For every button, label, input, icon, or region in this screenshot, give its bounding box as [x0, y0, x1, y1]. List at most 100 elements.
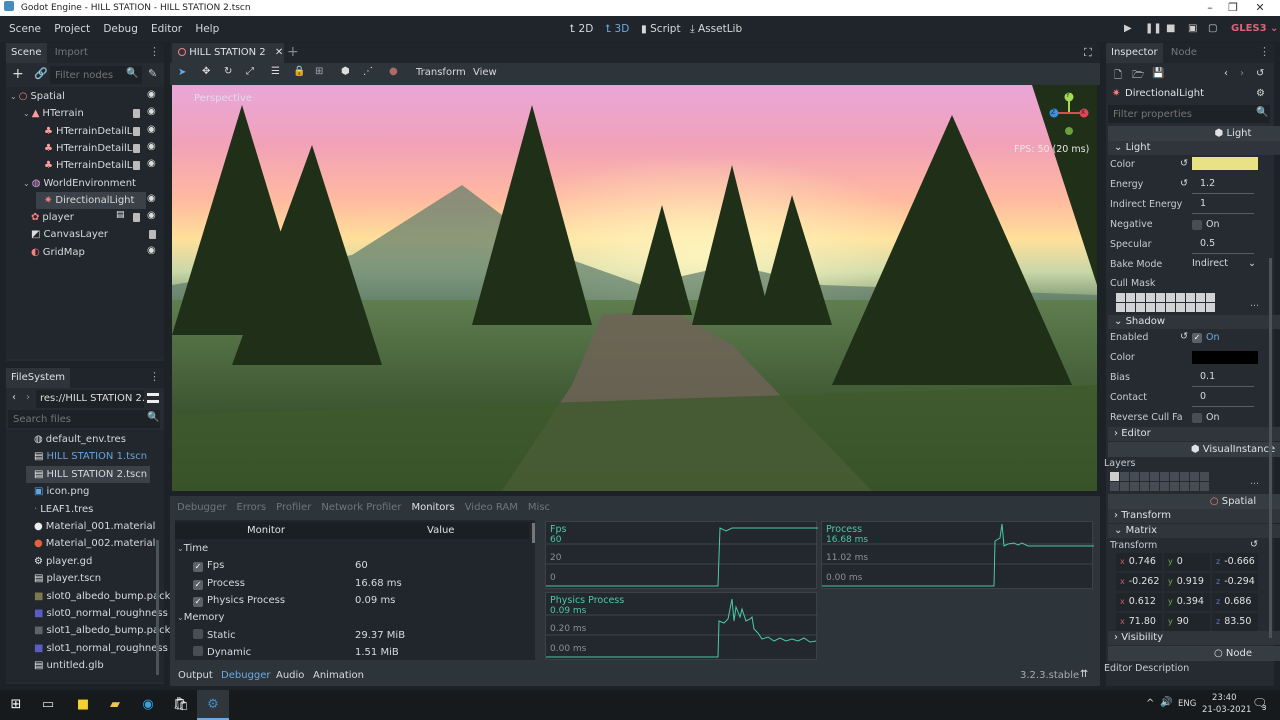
workspace-2d-button[interactable]: ⮤ 2D [569, 16, 593, 42]
monitor-checkbox[interactable] [193, 645, 203, 656]
transform-menu[interactable]: Transform [416, 67, 466, 78]
new-scene-tab-icon[interactable]: + [287, 44, 299, 60]
layer-bit[interactable] [1146, 293, 1155, 302]
layer-bit[interactable] [1190, 482, 1199, 491]
file-item[interactable]: ▤ untitled.glb [34, 657, 104, 674]
debugger-tab-errors[interactable]: Errors [232, 498, 272, 518]
monitor-row[interactable]: ✓ Process 16.68 ms [193, 575, 523, 592]
monitor-graph[interactable]: Fps 60 20 0 [545, 521, 818, 589]
snap-icon[interactable]: ⋰ [363, 66, 373, 77]
matrix-field[interactable]: z 0.686 [1212, 593, 1258, 611]
tab-debugger[interactable]: Debugger [216, 666, 276, 686]
layer-bit[interactable] [1180, 482, 1189, 491]
scene-tree-node[interactable]: ◩ CanvasLayer [23, 226, 108, 243]
filesystem-scrollbar[interactable] [156, 540, 159, 675]
lock-icon[interactable]: 🔒 [293, 66, 305, 77]
file-item[interactable]: ◍ default_env.tres [34, 431, 126, 448]
scene-tree-node[interactable]: ◐ GridMap [23, 244, 85, 261]
shadow-color-swatch[interactable] [1192, 351, 1258, 364]
script-icon[interactable] [133, 126, 140, 136]
layer-bit[interactable] [1176, 293, 1185, 302]
layer-bit[interactable] [1186, 303, 1195, 312]
inspector-scrollbar[interactable] [1269, 258, 1272, 638]
matrix-field[interactable]: y0 [1164, 553, 1210, 571]
scene-tree-node[interactable]: ⌄ ▲ HTerrain [23, 105, 84, 122]
revert-icon[interactable]: ↺ [1180, 331, 1188, 342]
instance-scene-icon[interactable]: 🔗 [34, 67, 48, 80]
shadow-enabled-checkbox[interactable]: ✓ [1192, 333, 1202, 343]
layer-bit[interactable] [1140, 472, 1149, 481]
menu-scene[interactable]: Scene [4, 16, 46, 42]
layer-bit[interactable] [1116, 293, 1125, 302]
monitor-graph[interactable]: Process 16.68 ms 11.02 ms 0.00 ms [821, 521, 1094, 589]
tab-animation[interactable]: Animation [308, 666, 369, 686]
expand-arrow-icon[interactable]: ⌄ [10, 92, 17, 101]
clock-date[interactable]: 21-03-2021 [1202, 705, 1251, 715]
bake-mode-select[interactable]: Indirect ⌄ [1192, 258, 1256, 269]
layers-grid[interactable] [1110, 472, 1212, 492]
bias-field[interactable]: 0.1 [1200, 371, 1215, 382]
group-matrix[interactable]: ⌄ Matrix [1108, 524, 1280, 538]
tab-output[interactable]: Output [173, 666, 218, 686]
reverse-cull-checkbox[interactable] [1192, 413, 1202, 423]
energy-slider[interactable] [1192, 193, 1254, 194]
visibility-eye-icon[interactable]: ◉ [147, 158, 156, 169]
layer-bit[interactable] [1146, 303, 1155, 312]
layer-bit[interactable] [1206, 293, 1215, 302]
scene-tree-node[interactable]: ♣ HTerrainDetailLa [36, 123, 139, 140]
workspace-script-button[interactable]: ▮ Script [641, 16, 681, 42]
layer-bit[interactable] [1186, 293, 1195, 302]
debugger-tab-profiler[interactable]: Profiler [271, 498, 316, 518]
script-icon[interactable] [149, 230, 156, 240]
expand-panel-icon[interactable]: ⇈ [1080, 669, 1088, 680]
pause-icon[interactable]: ❚❚ [1145, 16, 1162, 42]
monitor-graph[interactable]: Physics Process 0.09 ms 0.20 ms 0.00 ms [545, 592, 818, 660]
scale-tool-icon[interactable]: ⤢ [246, 66, 254, 77]
dock-menu-icon[interactable]: ⋮ [149, 46, 160, 58]
rotate-tool-icon[interactable]: ↻ [224, 66, 232, 77]
debugger-tab-monitors[interactable]: Monitors [406, 498, 460, 518]
renderer-select[interactable]: GLES3 ⌄ [1231, 16, 1278, 42]
script-icon[interactable] [133, 109, 140, 119]
matrix-field[interactable]: x 71.80 [1116, 613, 1162, 631]
script-icon[interactable] [133, 161, 140, 171]
group-shadow[interactable]: ⌄ Shadow [1108, 315, 1280, 329]
file-item[interactable]: ● Material_002.material [34, 535, 155, 552]
layer-bit[interactable] [1196, 293, 1205, 302]
tab-audio[interactable]: Audio [271, 666, 309, 686]
visibility-eye-icon[interactable]: ◉ [147, 89, 156, 100]
script-icon[interactable] [133, 143, 140, 153]
group-editor[interactable]: › Editor [1108, 427, 1280, 441]
monitor-row[interactable]: ✓ Fps 60 [193, 557, 523, 574]
debugger-tab-video-ram[interactable]: Video RAM [460, 498, 523, 518]
contact-slider[interactable] [1192, 406, 1254, 407]
layer-bit[interactable] [1130, 472, 1139, 481]
matrix-field[interactable]: y 0.394 [1164, 593, 1210, 611]
group-visibility[interactable]: › Visibility [1108, 631, 1280, 645]
open-scene-icon[interactable]: ▤ [116, 210, 125, 220]
layer-bit[interactable] [1130, 482, 1139, 491]
menu-help[interactable]: Help [190, 16, 224, 42]
tab-filesystem[interactable]: FileSystem [6, 368, 71, 388]
menu-editor[interactable]: Editor [146, 16, 187, 42]
preview-camera-icon[interactable]: ● [389, 66, 398, 77]
monitor-scrollbar[interactable] [532, 523, 535, 543]
scene-tab-hill-station-2[interactable]: HILL STATION 2 ✕ [172, 43, 284, 63]
debugger-tab-misc[interactable]: Misc [523, 498, 555, 518]
task-view-icon[interactable]: ▭ [37, 694, 59, 716]
view-menu[interactable]: View [473, 67, 497, 78]
search-files-input[interactable] [8, 410, 160, 428]
layer-bit[interactable] [1180, 472, 1189, 481]
file-item[interactable]: ▤ HILL STATION 2.tscn [26, 465, 150, 483]
matrix-field[interactable]: x 0.612 [1116, 593, 1162, 611]
workspace-3d-button[interactable]: ⮤ 3D [605, 16, 629, 42]
layer-bit[interactable] [1126, 303, 1135, 312]
local-space-icon[interactable]: ⬢ [341, 66, 350, 77]
matrix-field[interactable]: y 0.919 [1164, 573, 1210, 591]
play-custom-scene-icon[interactable]: ▢ [1208, 16, 1217, 42]
back-icon[interactable]: ‹ [12, 392, 16, 403]
scene-tree-node[interactable]: ✿ player [23, 209, 74, 226]
store-icon[interactable]: 🛍 [170, 694, 192, 716]
layer-bit[interactable] [1120, 472, 1129, 481]
monitor-checkbox[interactable]: ✓ [193, 579, 203, 590]
